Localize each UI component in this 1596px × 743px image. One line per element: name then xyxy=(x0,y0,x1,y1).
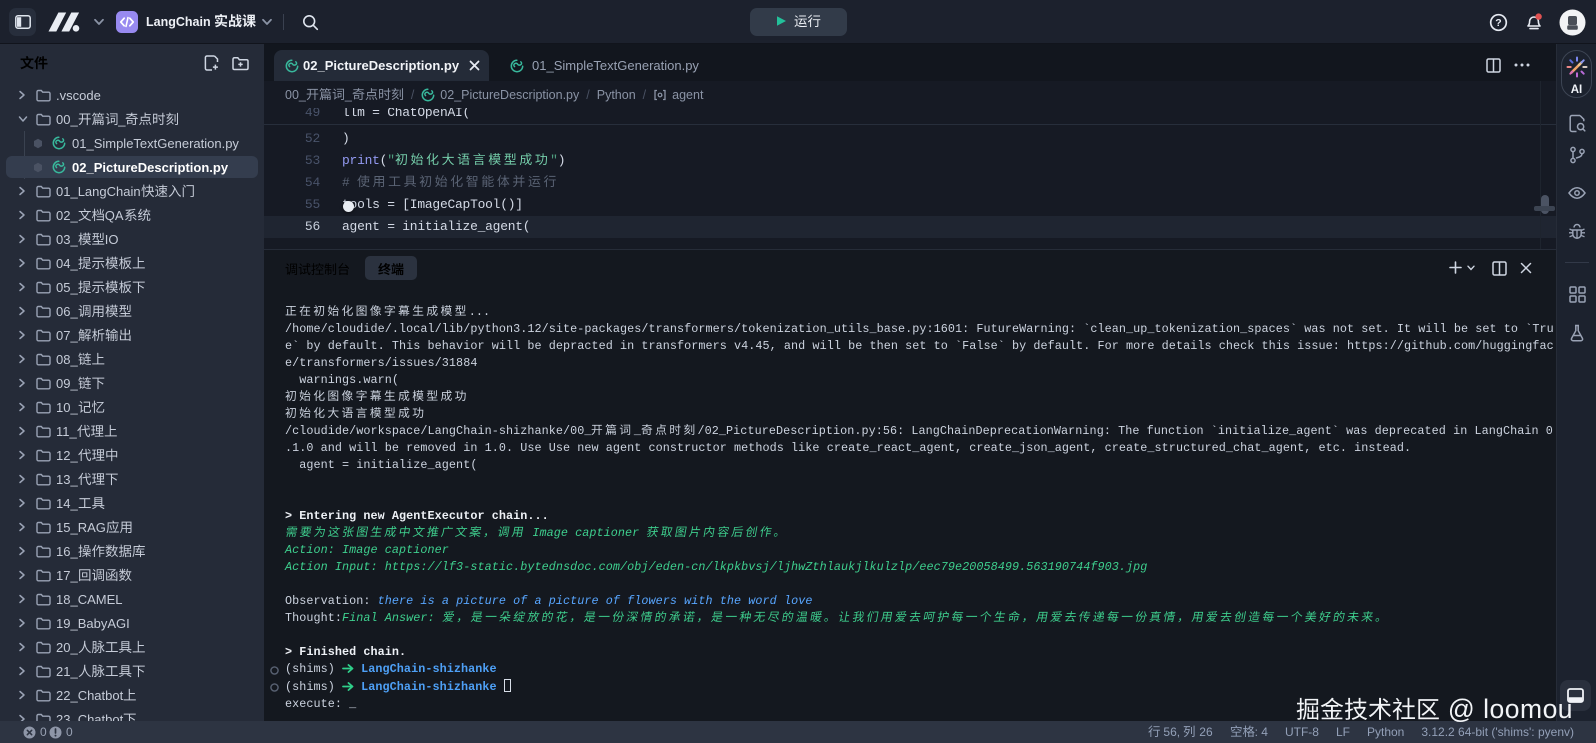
svg-text:?: ? xyxy=(1495,17,1501,29)
